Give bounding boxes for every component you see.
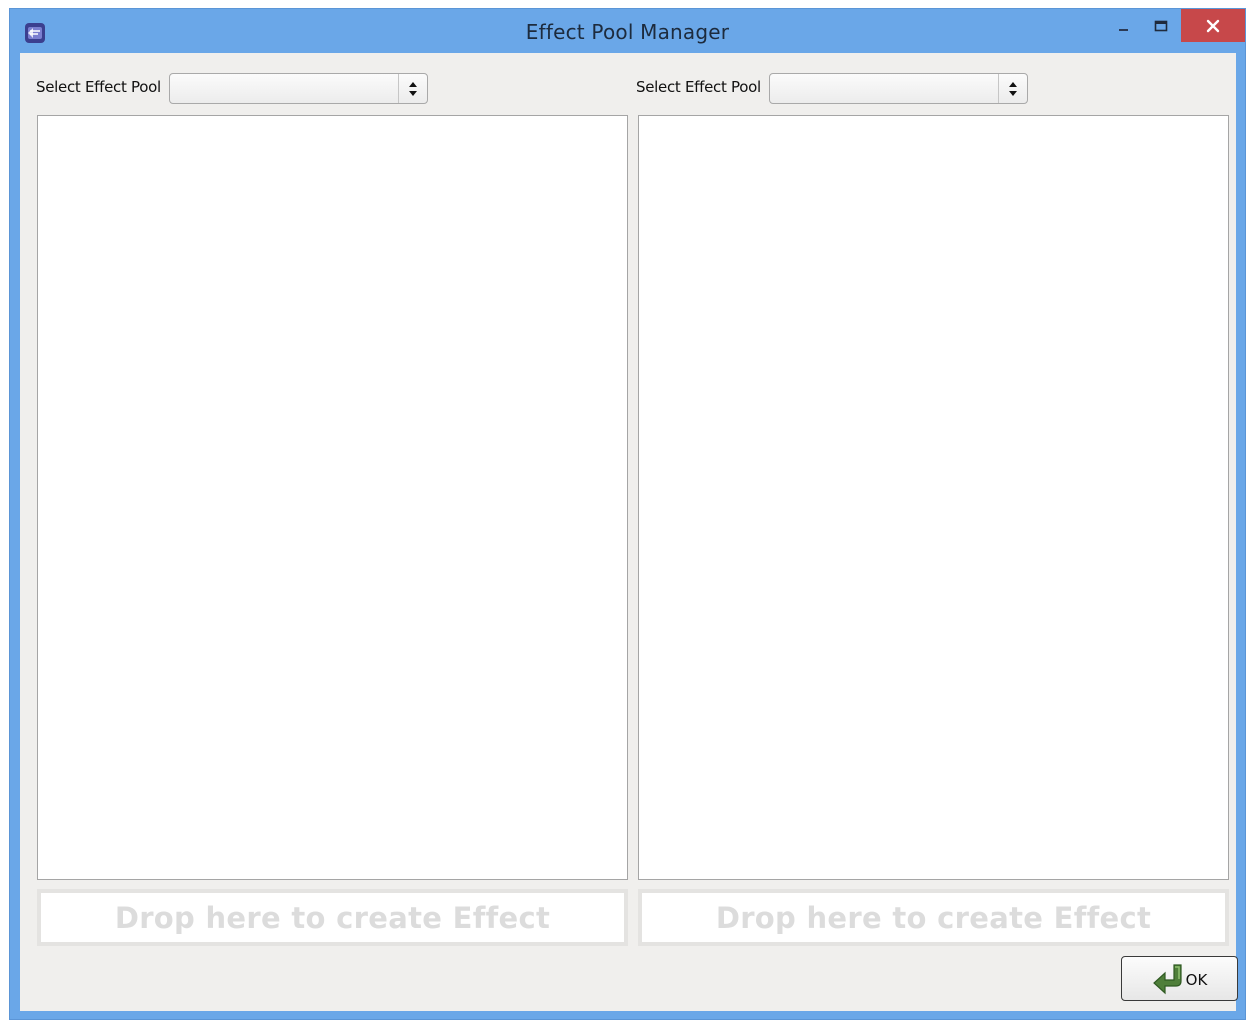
- right-drop-zone-label: Drop here to create Effect: [715, 900, 1152, 935]
- right-select-spinner-icon[interactable]: [998, 74, 1027, 103]
- window-title: Effect Pool Manager: [525, 20, 730, 44]
- left-select-label: Select Effect Pool: [36, 78, 161, 96]
- ok-button-label: OK: [1185, 970, 1208, 989]
- ok-button[interactable]: OK: [1121, 956, 1238, 1001]
- maximize-button[interactable]: [1144, 9, 1177, 42]
- left-drop-zone-label: Drop here to create Effect: [114, 900, 551, 935]
- minimize-button[interactable]: [1106, 9, 1139, 42]
- right-effect-list[interactable]: [638, 115, 1229, 880]
- left-effect-list[interactable]: [37, 115, 628, 880]
- green-return-arrow-icon: [1152, 963, 1182, 994]
- dialog-content: Select Effect Pool Drop here to create E…: [20, 53, 1238, 1011]
- close-icon: [1206, 19, 1220, 32]
- close-button[interactable]: [1181, 9, 1245, 42]
- title-bar[interactable]: Effect Pool Manager: [10, 9, 1245, 53]
- left-effect-pool-select[interactable]: [169, 73, 428, 104]
- left-drop-zone[interactable]: Drop here to create Effect: [37, 889, 628, 946]
- effect-pool-manager-window: Effect Pool Manager Select Effect Pool D…: [9, 8, 1246, 1020]
- minimize-icon: [1118, 28, 1128, 31]
- right-drop-zone[interactable]: Drop here to create Effect: [638, 889, 1229, 946]
- left-select-spinner-icon[interactable]: [398, 74, 427, 103]
- right-effect-pool-select[interactable]: [769, 73, 1028, 104]
- maximize-icon: [1154, 20, 1167, 31]
- right-select-label: Select Effect Pool: [636, 78, 761, 96]
